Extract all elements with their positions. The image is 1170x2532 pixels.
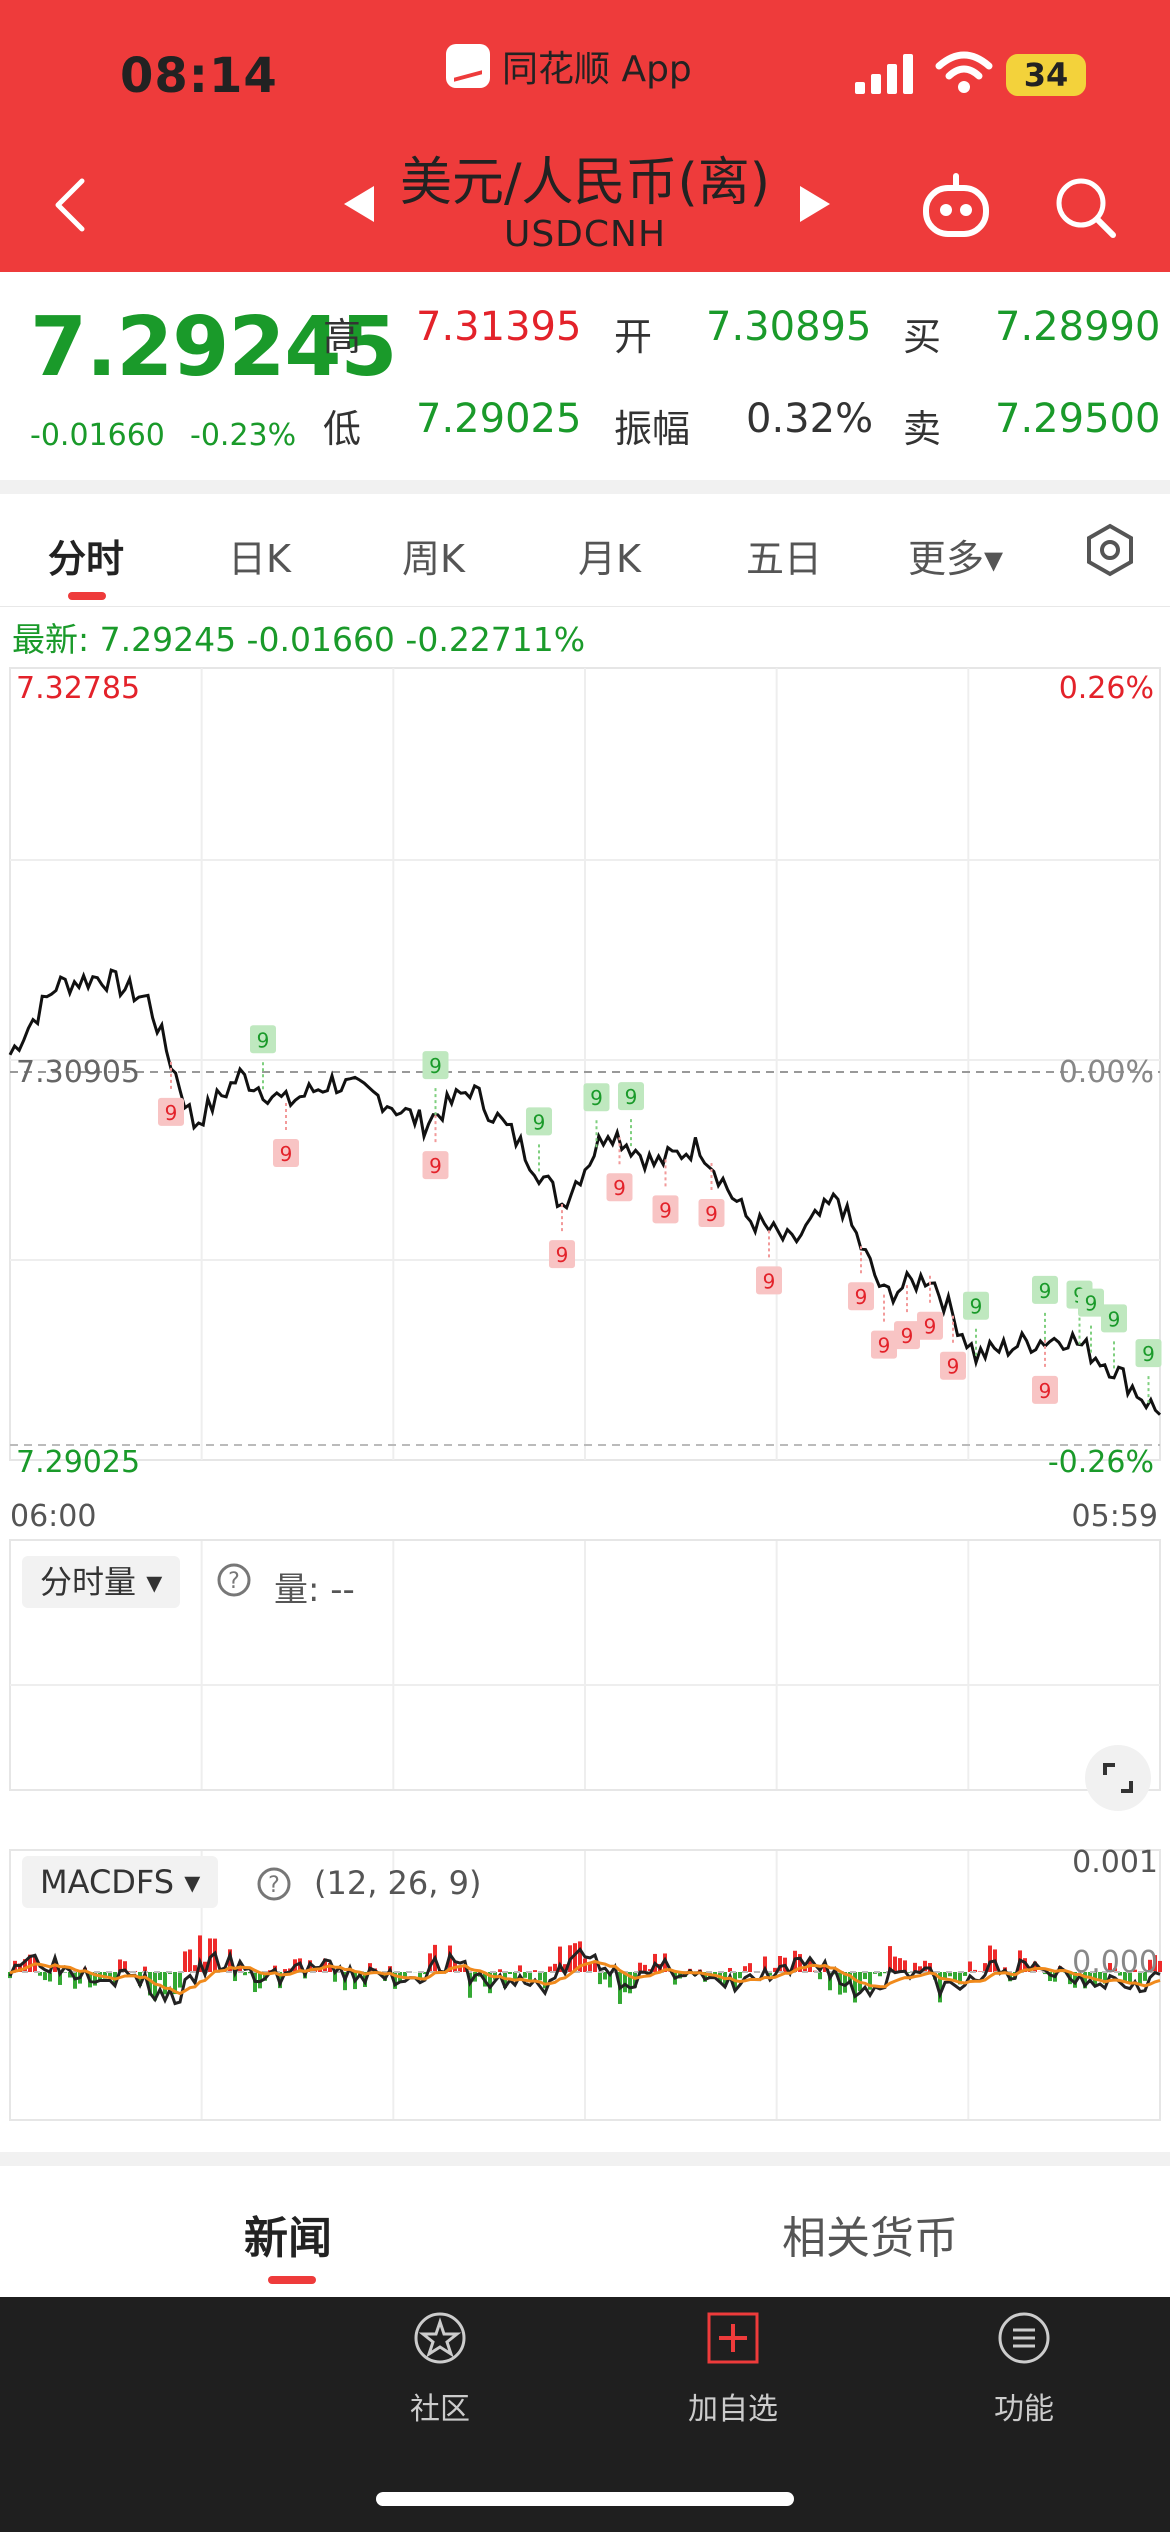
settings-hexagon-icon[interactable] <box>1082 522 1138 578</box>
app-logo-icon <box>446 44 490 88</box>
app-name: 同花顺 App <box>446 42 692 90</box>
td9-marker-digit: 9 <box>924 1315 937 1339</box>
status-time: 08:14 <box>120 48 278 104</box>
volume-indicator-select[interactable]: 分时量 ▾ <box>22 1556 181 1608</box>
td9-marker-digit: 9 <box>970 1295 983 1319</box>
add-watchlist-label: 加自选 <box>688 2392 778 2427</box>
next-instrument-icon[interactable] <box>800 186 830 222</box>
td9-marker-digit: 9 <box>613 1176 626 1200</box>
page-title: 美元/人民币(离) <box>399 153 771 213</box>
active-tab-indicator <box>68 592 106 600</box>
td9-marker-digit: 9 <box>705 1202 718 1226</box>
bid-value: 7.28990 <box>995 304 1161 350</box>
svg-text:?: ? <box>228 1569 240 1594</box>
expand-chart-button[interactable] <box>1085 1745 1151 1811</box>
tab-more[interactable]: 更多▾ <box>908 528 1003 583</box>
section-divider <box>0 480 1170 494</box>
td9-marker-digit: 9 <box>165 1101 178 1125</box>
amplitude-label: 振幅 <box>614 407 691 451</box>
tab-monthly-k[interactable]: 月K <box>578 528 641 583</box>
functions-label: 功能 <box>994 2392 1054 2427</box>
active-tab-indicator <box>268 2276 316 2284</box>
volume-selector-label: 分时量 <box>40 1563 137 1601</box>
home-indicator <box>376 2492 794 2506</box>
section-divider <box>0 2152 1170 2166</box>
td9-marker-digit: 9 <box>429 1154 442 1178</box>
y-pct-bottom: -0.26% <box>1048 1445 1154 1480</box>
td9-marker-digit: 9 <box>878 1334 891 1358</box>
x-label-end: 05:59 <box>1072 1499 1158 1534</box>
help-icon[interactable]: ? <box>256 1866 292 1902</box>
tab-related-currencies[interactable]: 相关货币 <box>782 2202 958 2266</box>
td9-marker-digit: 9 <box>429 1054 442 1078</box>
robot-assistant-icon[interactable] <box>920 170 992 242</box>
low-label: 低 <box>323 407 362 451</box>
td9-marker-digit: 9 <box>855 1285 868 1309</box>
y-pct-top: 0.26% <box>1059 671 1154 706</box>
open-label: 开 <box>614 315 653 359</box>
app-name-text: 同花顺 App <box>502 49 692 90</box>
price-change: -0.01660 <box>30 418 165 453</box>
instrument-code: USDCNH <box>503 214 667 255</box>
low-value: 7.29025 <box>416 396 582 442</box>
x-label-start: 06:00 <box>10 1499 96 1534</box>
price-change-pct: -0.23% <box>190 418 297 453</box>
tab-weekly-k[interactable]: 周K <box>402 528 465 583</box>
td9-marker-digit: 9 <box>590 1086 603 1110</box>
ask-label: 卖 <box>903 407 942 451</box>
td9-marker-digit: 9 <box>1039 1379 1052 1403</box>
prev-instrument-icon[interactable] <box>344 186 374 222</box>
macd-top-label: 0.001 <box>1072 1845 1158 1880</box>
td9-marker-digit: 9 <box>556 1243 569 1267</box>
td9-marker-digit: 9 <box>1108 1307 1121 1331</box>
td9-marker-digit: 9 <box>257 1028 270 1052</box>
search-icon[interactable] <box>1053 175 1117 239</box>
community-label: 社区 <box>410 2392 470 2427</box>
open-value: 7.30895 <box>706 304 872 350</box>
macd-indicator-select[interactable]: MACDFS ▾ <box>22 1856 219 1908</box>
functions-button[interactable]: 功能 <box>934 2310 1114 2428</box>
latest-quote-line: 最新: 7.29245 -0.01660 -0.22711% <box>12 620 586 659</box>
help-icon[interactable]: ? <box>216 1562 252 1598</box>
add-watchlist-button[interactable]: 加自选 <box>643 2310 823 2428</box>
tab-daily-k[interactable]: 日K <box>228 528 291 583</box>
td9-marker-digit: 9 <box>659 1198 672 1222</box>
cellular-signal-icon <box>855 54 913 94</box>
macd-selector-label: MACDFS <box>40 1863 175 1901</box>
td9-marker-digit: 9 <box>763 1269 776 1293</box>
volume-value: 量: -- <box>274 1570 355 1610</box>
td9-marker-digit: 9 <box>280 1142 293 1166</box>
y-label-bottom: 7.29025 <box>16 1445 140 1480</box>
community-button[interactable]: 社区 <box>350 2310 530 2428</box>
y-pct-mid: 0.00% <box>1059 1055 1154 1090</box>
high-value: 7.31395 <box>416 304 582 350</box>
tab-five-day[interactable]: 五日 <box>746 528 822 583</box>
battery-indicator: 34 <box>1006 54 1086 96</box>
back-icon[interactable] <box>50 175 90 235</box>
tab-news[interactable]: 新闻 <box>244 2202 332 2266</box>
svg-text:?: ? <box>268 1873 280 1898</box>
wifi-icon <box>935 51 993 93</box>
bid-label: 买 <box>903 315 942 359</box>
macd-params: (12, 26, 9) <box>314 1864 482 1902</box>
amplitude-value: 0.32% <box>746 396 874 442</box>
add-icon <box>707 2312 759 2364</box>
td9-marker-digit: 9 <box>901 1324 914 1348</box>
community-star-icon <box>414 2312 466 2364</box>
td9-marker-digit: 9 <box>1142 1342 1155 1366</box>
menu-icon <box>998 2312 1050 2364</box>
td9-marker-digit: 9 <box>947 1355 960 1379</box>
y-label-top: 7.32785 <box>16 671 140 706</box>
tab-intraday[interactable]: 分时 <box>48 528 124 583</box>
macd-zero-label: 0.000 <box>1072 1945 1158 1980</box>
td9-marker-digit: 9 <box>1039 1279 1052 1303</box>
ask-value: 7.29500 <box>995 396 1161 442</box>
intraday-chart[interactable]: 9999999999999999999999999 7.32785 7.3090… <box>0 660 1170 2160</box>
y-label-mid: 7.30905 <box>16 1055 140 1090</box>
td9-marker-digit: 9 <box>1085 1292 1098 1316</box>
expand-icon <box>1103 1763 1133 1793</box>
td9-marker-digit: 9 <box>625 1085 638 1109</box>
high-label: 高 <box>323 315 362 359</box>
td9-marker-digit: 9 <box>533 1110 546 1134</box>
